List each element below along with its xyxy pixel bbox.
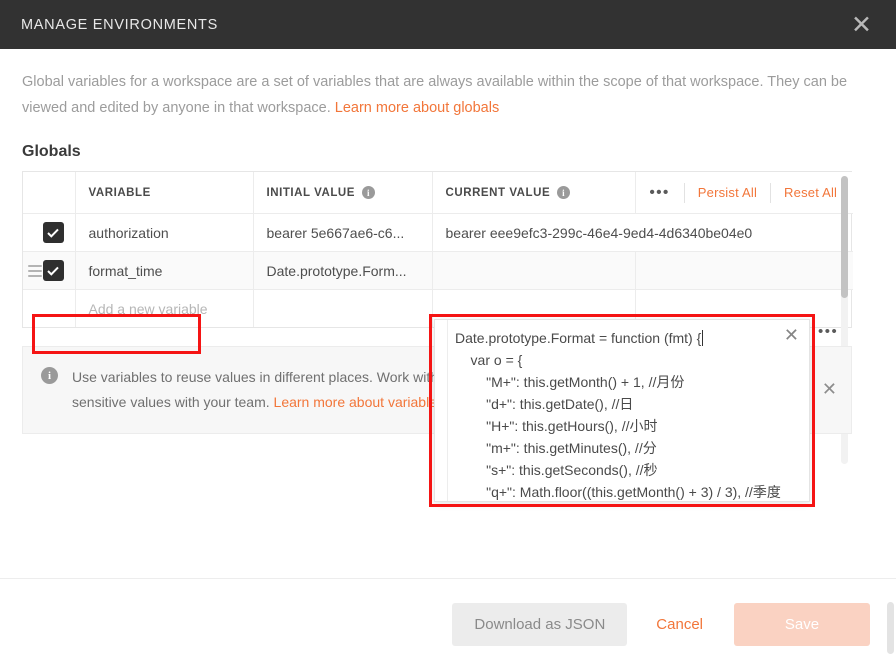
th-actions: ••• Persist All Reset All — [635, 172, 853, 214]
info-icon: i — [41, 367, 58, 384]
text-caret — [702, 330, 704, 346]
th-initial-value-label: INITIAL VALUE — [266, 186, 356, 199]
row-initial-value-cell[interactable]: Date.prototype.Form... — [253, 251, 433, 290]
check-icon — [47, 266, 59, 276]
row-checkbox[interactable] — [42, 222, 64, 243]
drag-handle-icon[interactable] — [28, 264, 42, 277]
new-variable-placeholder: Add a new variable — [88, 300, 208, 317]
variable-name: authorization — [88, 224, 169, 241]
editor-gutter — [435, 320, 448, 501]
table-row: format_time Date.prototype.Form... — [23, 251, 853, 290]
dialog-footer: Download as JSON Cancel Save — [0, 578, 896, 670]
table-header-row: VARIABLE INITIAL VALUE i CURRENT VALUE i — [23, 172, 853, 214]
current-value-code-editor[interactable]: Date.prototype.Format = function (fmt) {… — [434, 319, 810, 502]
new-variable-cell[interactable]: Add a new variable — [75, 289, 254, 327]
row-select-cell — [23, 251, 76, 290]
row-variable-cell[interactable]: authorization — [75, 213, 254, 252]
row-initial-value-cell[interactable]: bearer 5e667ae6-c6... — [253, 213, 433, 252]
th-select-all — [23, 172, 76, 214]
row-current-value-cell[interactable] — [432, 251, 636, 290]
persist-all-button[interactable]: Persist All — [685, 185, 770, 200]
row-actions-cell — [635, 251, 853, 290]
editor-lines-rest: var o = { "M+": this.getMonth() + 1, //月… — [470, 352, 781, 500]
intro-text: Global variables for a workspace are a s… — [22, 49, 874, 121]
learn-more-globals-link[interactable]: Learn more about globals — [335, 100, 499, 116]
editor-close-icon[interactable]: ✕ — [784, 327, 799, 345]
table-header: VARIABLE INITIAL VALUE i CURRENT VALUE i — [23, 172, 853, 214]
info-icon[interactable]: i — [362, 186, 376, 199]
new-initial-value-cell[interactable] — [253, 289, 433, 327]
check-icon — [47, 228, 59, 238]
th-variable-label: VARIABLE — [88, 186, 151, 199]
table-body: authorization bearer 5e667ae6-c6... bear… — [23, 213, 853, 327]
save-button[interactable]: Save — [734, 603, 870, 646]
cancel-button[interactable]: Cancel — [636, 603, 723, 646]
current-value: bearer eee9efc3-299c-46e4-9ed4-4d6340be0… — [445, 224, 753, 241]
info-icon[interactable]: i — [557, 186, 571, 199]
more-options-icon[interactable]: ••• — [650, 185, 684, 200]
dialog-body: Global variables for a workspace are a s… — [0, 49, 896, 578]
th-current-value-label: CURRENT VALUE — [445, 186, 551, 199]
dialog-titlebar: MANAGE ENVIRONMENTS ✕ — [0, 0, 896, 49]
initial-value: bearer 5e667ae6-c6... — [266, 224, 405, 241]
th-variable: VARIABLE — [75, 172, 254, 214]
download-as-json-button[interactable]: Download as JSON — [452, 603, 628, 646]
th-initial-value: INITIAL VALUE i — [253, 172, 433, 214]
row-variable-cell[interactable]: format_time — [75, 251, 254, 290]
row-current-value-cell[interactable]: bearer eee9efc3-299c-46e4-9ed4-4d6340be0… — [432, 213, 853, 252]
initial-value: Date.prototype.Form... — [266, 262, 407, 279]
row-checkbox[interactable] — [42, 260, 64, 281]
close-icon[interactable]: ✕ — [845, 10, 878, 39]
th-current-value: CURRENT VALUE i — [432, 172, 636, 214]
variables-table-container: VARIABLE INITIAL VALUE i CURRENT VALUE i — [22, 171, 853, 464]
row-select-cell — [23, 213, 76, 252]
editor-content[interactable]: Date.prototype.Format = function (fmt) {… — [448, 320, 809, 501]
reset-all-button[interactable]: Reset All — [771, 185, 850, 200]
close-icon[interactable]: ✕ — [822, 381, 837, 399]
table-row: authorization bearer 5e667ae6-c6... bear… — [23, 213, 853, 252]
table-scrollbar-thumb[interactable] — [841, 176, 848, 298]
new-row-select-cell — [23, 289, 76, 327]
page-title: MANAGE ENVIRONMENTS — [21, 16, 218, 33]
editor-more-options-icon[interactable]: ••• — [818, 323, 838, 340]
page-scrollbar-thumb[interactable] — [887, 602, 894, 654]
globals-heading: Globals — [22, 143, 81, 160]
variable-name: format_time — [88, 262, 163, 279]
variables-table: VARIABLE INITIAL VALUE i CURRENT VALUE i — [23, 172, 853, 327]
editor-line-first: Date.prototype.Format = function (fmt) { — [455, 330, 702, 346]
